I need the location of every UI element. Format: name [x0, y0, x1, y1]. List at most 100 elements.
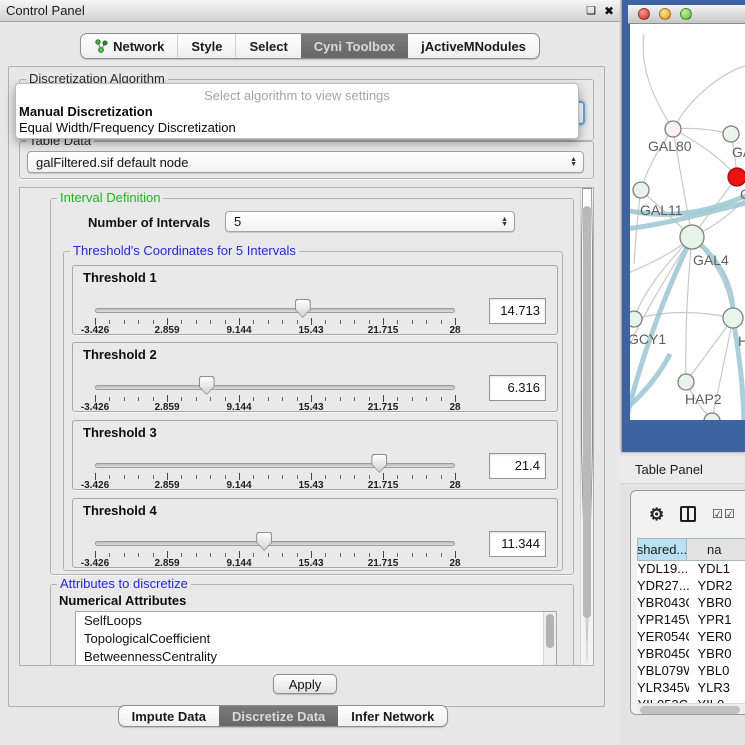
minimize-traffic-light[interactable] [659, 8, 671, 20]
attributes-list-scrollbar[interactable] [543, 612, 556, 666]
close-traffic-light[interactable] [638, 8, 650, 20]
network-edge [630, 237, 692, 420]
threshold-label: Threshold 4 [83, 503, 157, 518]
slider-tick-labels: -3.4262.8599.14415.4321.71528 [73, 480, 557, 490]
network-window-titlebar[interactable] [628, 5, 745, 24]
top-tabbar: Network Style Select Cyni Toolbox jActiv… [80, 33, 540, 59]
threshold-label: Threshold 1 [83, 270, 157, 285]
panel-vertical-scrollbar[interactable] [580, 188, 593, 665]
tab-infer-network[interactable]: Infer Network [338, 706, 447, 726]
threshold-label: Threshold 3 [83, 425, 157, 440]
float-panel-icon[interactable]: ❏ [586, 4, 596, 17]
tab-discretize-data[interactable]: Discretize Data [219, 706, 338, 726]
cell-shared-name[interactable]: YBR045C [637, 646, 689, 663]
table-data-combobox[interactable]: galFiltered.sif default node ▲▼ [27, 151, 584, 173]
scrollbar-thumb[interactable] [583, 206, 591, 618]
network-node[interactable] [680, 225, 704, 249]
slider-thumb[interactable] [371, 454, 387, 473]
table-row[interactable]: YLR345WYLR3 [637, 680, 745, 697]
cell-shared-name[interactable]: YDL19... [637, 561, 689, 578]
checked-box-icon: ☑ [724, 508, 735, 520]
scrollbar-thumb[interactable] [640, 706, 740, 714]
cell-name[interactable]: YER0 [689, 629, 745, 646]
control-panel: Control Panel ❏ ✖ Network Style [0, 0, 620, 745]
threshold-value-field[interactable]: 21.4 [489, 453, 546, 479]
columns-icon[interactable] [680, 506, 696, 522]
slider-thumb[interactable] [256, 532, 272, 551]
close-panel-icon[interactable]: ✖ [604, 4, 614, 18]
cell-name[interactable]: YDR2 [689, 578, 745, 595]
network-node[interactable] [633, 182, 649, 198]
tab-network[interactable]: Network [81, 34, 177, 58]
tab-jactivemnodules[interactable]: jActiveMNodules [408, 34, 539, 58]
table-row[interactable]: YDR27...YDR2 [637, 578, 745, 595]
cell-shared-name[interactable]: YER054C [637, 629, 689, 646]
scrollbar-thumb[interactable] [546, 614, 554, 648]
slider-thumb[interactable] [295, 299, 311, 318]
network-node[interactable] [665, 121, 681, 137]
slider-thumb[interactable] [199, 376, 215, 395]
table-row[interactable]: YBL079WYBL0 [637, 663, 745, 680]
cell-name[interactable]: YLR3 [689, 680, 745, 697]
cell-shared-name[interactable]: YLR345W [637, 680, 689, 697]
threshold-coordinates-group: Threshold's Coordinates for 5 Intervals … [63, 251, 563, 571]
column-header-name[interactable]: na [687, 538, 745, 561]
network-edge [634, 312, 733, 319]
network-node-label: GAL4 [693, 252, 729, 268]
cell-shared-name[interactable]: YBL079W [637, 663, 689, 680]
threshold-value-field[interactable]: 11.344 [489, 531, 546, 557]
numerical-attributes-list: SelfLoopsTopologicalCoefficientBetweenne… [75, 611, 557, 666]
popup-item-manual-discretization[interactable]: Manual Discretization [16, 104, 578, 120]
tab-select[interactable]: Select [235, 34, 300, 58]
tab-style[interactable]: Style [177, 34, 235, 58]
cell-name[interactable]: YBR0 [689, 646, 745, 663]
threshold-box: Threshold 3 -3.4262.8599.14415.4321.7152… [72, 420, 558, 490]
network-node[interactable] [723, 308, 743, 328]
attribute-item[interactable]: TopologicalCoefficient [76, 630, 556, 648]
gear-icon[interactable]: ⚙ [649, 506, 664, 523]
algorithm-dropdown-popup: Select algorithm to view settings Manual… [15, 83, 579, 139]
cell-name[interactable]: YPR1 [689, 612, 745, 629]
cell-shared-name[interactable]: YDR27... [637, 578, 689, 595]
table-row[interactable]: YBR045CYBR0 [637, 646, 745, 663]
checkbox-icons[interactable]: ☑ ☑ [712, 508, 735, 520]
zoom-traffic-light[interactable] [680, 8, 692, 20]
network-node[interactable] [728, 168, 745, 186]
network-edge [686, 237, 692, 382]
column-header-shared-name[interactable]: shared... [637, 538, 687, 561]
slider-tick-labels: -3.4262.8599.14415.4321.71528 [73, 402, 557, 412]
attribute-item[interactable]: SelfLoops [76, 612, 556, 630]
cell-name[interactable]: YDL1 [689, 561, 745, 578]
table-row[interactable]: YDL19...YDL1 [637, 561, 745, 578]
attributes-to-discretize-group: Attributes to discretize Numerical Attri… [50, 584, 574, 666]
network-node-label: GCY1 [630, 331, 666, 347]
apply-button[interactable]: Apply [273, 674, 337, 694]
network-node[interactable] [723, 126, 739, 142]
table-row[interactable]: YBR043CYBR0 [637, 595, 745, 612]
popup-item-equal-width[interactable]: Equal Width/Frequency Discretization [16, 120, 578, 136]
slider-track[interactable] [95, 308, 455, 313]
threshold-value-field[interactable]: 14.713 [489, 298, 546, 324]
cell-name[interactable]: YBL0 [689, 663, 745, 680]
network-node[interactable] [630, 311, 642, 327]
cell-shared-name[interactable]: YPR145W [637, 612, 689, 629]
tab-impute-data[interactable]: Impute Data [119, 706, 219, 726]
table-row[interactable]: YPR145WYPR1 [637, 612, 745, 629]
cell-shared-name[interactable]: YBR043C [637, 595, 689, 612]
network-node[interactable] [678, 374, 694, 390]
tab-cyni-toolbox[interactable]: Cyni Toolbox [301, 34, 408, 58]
threshold-box: Threshold 2 -3.4262.8599.14415.4321.7152… [72, 342, 558, 412]
threshold-value-field[interactable]: 6.316 [489, 375, 546, 401]
table-row[interactable]: YER054CYER0 [637, 629, 745, 646]
table-horizontal-scrollbar[interactable] [637, 703, 745, 715]
slider-track[interactable] [95, 463, 455, 468]
threshold-box: Threshold 1 -3.4262.8599.14415.4321.7152… [72, 265, 558, 335]
number-of-intervals-combobox[interactable]: 5 ▲▼ [225, 211, 515, 232]
slider-track[interactable] [95, 541, 455, 546]
network-canvas[interactable]: GAL80GACGAL11GAL4GCY1HHAP2 [630, 24, 745, 420]
bottom-tab-strip: Impute Data Discretize Data Infer Networ… [0, 705, 566, 727]
slider-track[interactable] [95, 385, 455, 390]
cell-name[interactable]: YBR0 [689, 595, 745, 612]
attribute-item[interactable]: BetweennessCentrality [76, 648, 556, 666]
network-node-label: HAP2 [685, 391, 722, 407]
